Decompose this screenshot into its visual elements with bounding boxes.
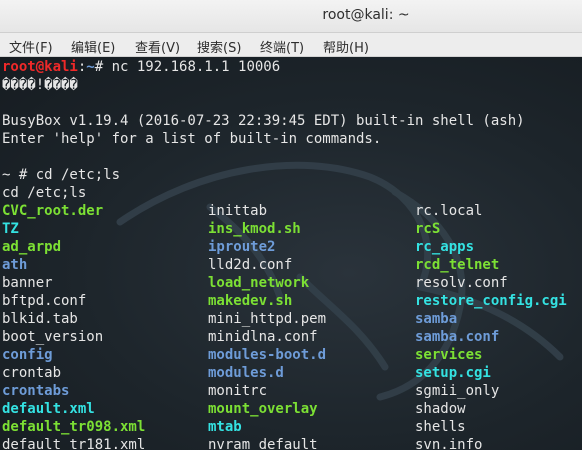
listing-entry: samba.conf: [415, 329, 500, 345]
listing-entry: config: [2, 347, 53, 363]
menu-view[interactable]: 查看(V): [135, 37, 180, 56]
listing-entry: services: [415, 347, 483, 363]
listing-entry: lld2d.conf: [208, 257, 293, 273]
listing-entry: rc.local: [415, 203, 483, 219]
listing-entry: mtab: [208, 419, 242, 435]
listing-entry: setup.cgi: [415, 365, 491, 381]
menu-search[interactable]: 搜索(S): [197, 37, 241, 56]
menu-terminal[interactable]: 终端(T): [260, 37, 304, 56]
listing-entry: banner: [2, 275, 53, 291]
menu-bar: 文件(F) 编辑(E) 查看(V) 搜索(S) 终端(T) 帮助(H): [0, 33, 582, 57]
listing-entry: crontabs: [2, 383, 70, 399]
listing-entry: mount_overlay: [208, 401, 318, 417]
listing-entry: ath: [2, 257, 28, 273]
listing-entry: mini_httpd.pem: [208, 311, 327, 327]
listing-entry: resolv.conf: [415, 275, 508, 291]
listing-entry: default_tr098.xml: [2, 419, 146, 435]
listing-entry: boot_version: [2, 329, 104, 345]
listing-entry: makedev.sh: [208, 293, 293, 309]
listing-entry: rc_apps: [415, 239, 475, 255]
listing-entry: minidlna.conf: [208, 329, 318, 345]
listing-entry: nvram_default: [208, 437, 318, 450]
listing-entry: CVC_root.der: [2, 203, 104, 219]
local-command-line: root@kali:~# nc 192.168.1.1 10006: [2, 59, 281, 75]
menu-file[interactable]: 文件(F): [9, 37, 53, 56]
garbled-output: ����!����: [2, 77, 78, 93]
echo-line: cd /etc;ls: [2, 185, 87, 201]
listing-entry: iproute2: [208, 239, 276, 255]
busybox-banner: BusyBox v1.19.4 (2016-07-23 22:39:45 EDT…: [2, 113, 525, 129]
listing-entry: svn.info: [415, 437, 483, 450]
listing-entry: rcd_telnet: [415, 257, 500, 273]
listing-entry: ad_arpd: [2, 239, 62, 255]
window-titlebar[interactable]: root@kali: ~: [0, 0, 582, 33]
listing-entry: crontab: [2, 365, 62, 381]
menu-edit[interactable]: 编辑(E): [71, 37, 115, 56]
listing-entry: monitrc: [208, 383, 268, 399]
listing-entry: default_tr181.xml: [2, 437, 146, 450]
window-title: root@kali: ~: [322, 7, 410, 23]
listing-entry: default.xml: [2, 401, 95, 417]
listing-entry: sgmii_only: [415, 383, 500, 399]
menu-help[interactable]: 帮助(H): [323, 37, 369, 56]
listing-entry: load_network: [208, 275, 310, 291]
listing-entry: shells: [415, 419, 466, 435]
help-hint: Enter 'help' for a list of built-in comm…: [2, 131, 382, 147]
listing-entry: inittab: [208, 203, 268, 219]
listing-entry: rcS: [415, 221, 441, 237]
listing-entry: TZ: [2, 221, 19, 237]
listing-entry: modules-boot.d: [208, 347, 327, 363]
listing-entry: modules.d: [208, 365, 284, 381]
terminal-output[interactable]: root@kali:~# nc 192.168.1.1 10006 ����!�…: [0, 57, 582, 450]
listing-entry: ins_kmod.sh: [208, 221, 301, 237]
listing-entry: restore_config.cgi: [415, 293, 567, 309]
listing-entry: samba: [415, 311, 458, 327]
listing-entry: bftpd.conf: [2, 293, 87, 309]
listing-entry: shadow: [415, 401, 466, 417]
remote-prompt-line: ~ # cd /etc;ls: [2, 167, 121, 183]
listing-entry: blkid.tab: [2, 311, 78, 327]
